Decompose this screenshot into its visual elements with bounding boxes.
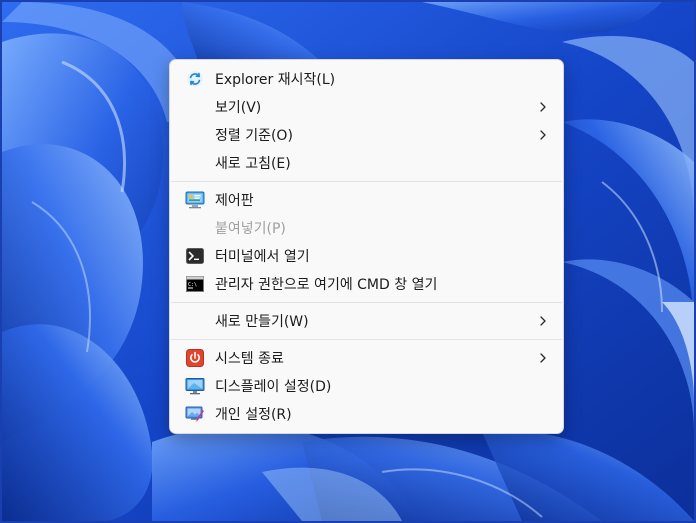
- chevron-right-icon: [540, 353, 546, 363]
- menu-icon-placeholder: [176, 149, 214, 177]
- menu-separator: [171, 302, 562, 303]
- menu-item-label: 디스플레이 설정(D): [215, 379, 332, 395]
- menu-item-g2-0[interactable]: 새로 만들기(W): [174, 307, 559, 335]
- menu-item-label: 시스템 종료: [215, 351, 284, 367]
- refresh-icon: [176, 65, 214, 93]
- submenu-chevron-icon: [539, 93, 547, 121]
- menu-item-label: 제어판: [215, 193, 254, 209]
- menu-item-power[interactable]: 시스템 종료: [174, 344, 559, 372]
- menu-icon-placeholder: [176, 307, 214, 335]
- menu-icon-placeholder: [176, 214, 214, 242]
- menu-item-label: 새로 고침(E): [215, 156, 291, 172]
- submenu-chevron-icon: [539, 307, 547, 335]
- menu-item-control-panel[interactable]: 제어판: [174, 186, 559, 214]
- menu-item-refresh[interactable]: Explorer 재시작(L): [174, 65, 559, 93]
- menu-item-g1-1: 붙여넣기(P): [174, 214, 559, 242]
- menu-item-label: 개인 설정(R): [215, 407, 292, 423]
- menu-item-terminal[interactable]: 터미널에서 열기: [174, 242, 559, 270]
- menu-separator: [171, 181, 562, 182]
- desktop[interactable]: Explorer 재시작(L) 보기(V) 정렬 기준(O) 새로 고침(E) 제어판붙…: [0, 0, 696, 523]
- chevron-right-icon: [540, 130, 546, 140]
- menu-item-label: 터미널에서 열기: [215, 249, 310, 265]
- menu-separator: [171, 339, 562, 340]
- chevron-right-icon: [540, 102, 546, 112]
- control-panel-icon: [176, 186, 214, 214]
- menu-item-label: 새로 만들기(W): [215, 314, 309, 330]
- menu-item-label: 관리자 권한으로 여기에 CMD 창 열기: [215, 277, 438, 293]
- terminal-icon: [176, 242, 214, 270]
- menu-item-g0-2[interactable]: 정렬 기준(O): [174, 121, 559, 149]
- menu-item-label: 보기(V): [215, 100, 262, 116]
- menu-item-label: 붙여넣기(P): [215, 221, 286, 237]
- menu-item-label: Explorer 재시작(L): [215, 72, 336, 88]
- power-icon: [176, 344, 214, 372]
- display-icon: [176, 372, 214, 400]
- menu-icon-placeholder: [176, 121, 214, 149]
- menu-icon-placeholder: [176, 93, 214, 121]
- desktop-context-menu: Explorer 재시작(L) 보기(V) 정렬 기준(O) 새로 고침(E) 제어판붙…: [169, 59, 564, 434]
- submenu-chevron-icon: [539, 344, 547, 372]
- chevron-right-icon: [540, 316, 546, 326]
- menu-item-personalize[interactable]: 개인 설정(R): [174, 400, 559, 428]
- submenu-chevron-icon: [539, 121, 547, 149]
- svg-text:C:\: C:\: [188, 282, 197, 288]
- menu-item-label: 정렬 기준(O): [215, 128, 293, 144]
- personalize-icon: [176, 400, 214, 428]
- menu-item-g0-1[interactable]: 보기(V): [174, 93, 559, 121]
- menu-item-cmd[interactable]: C:\ 관리자 권한으로 여기에 CMD 창 열기: [174, 270, 559, 298]
- cmd-icon: C:\: [176, 270, 214, 298]
- menu-item-display[interactable]: 디스플레이 설정(D): [174, 372, 559, 400]
- menu-item-g0-3[interactable]: 새로 고침(E): [174, 149, 559, 177]
